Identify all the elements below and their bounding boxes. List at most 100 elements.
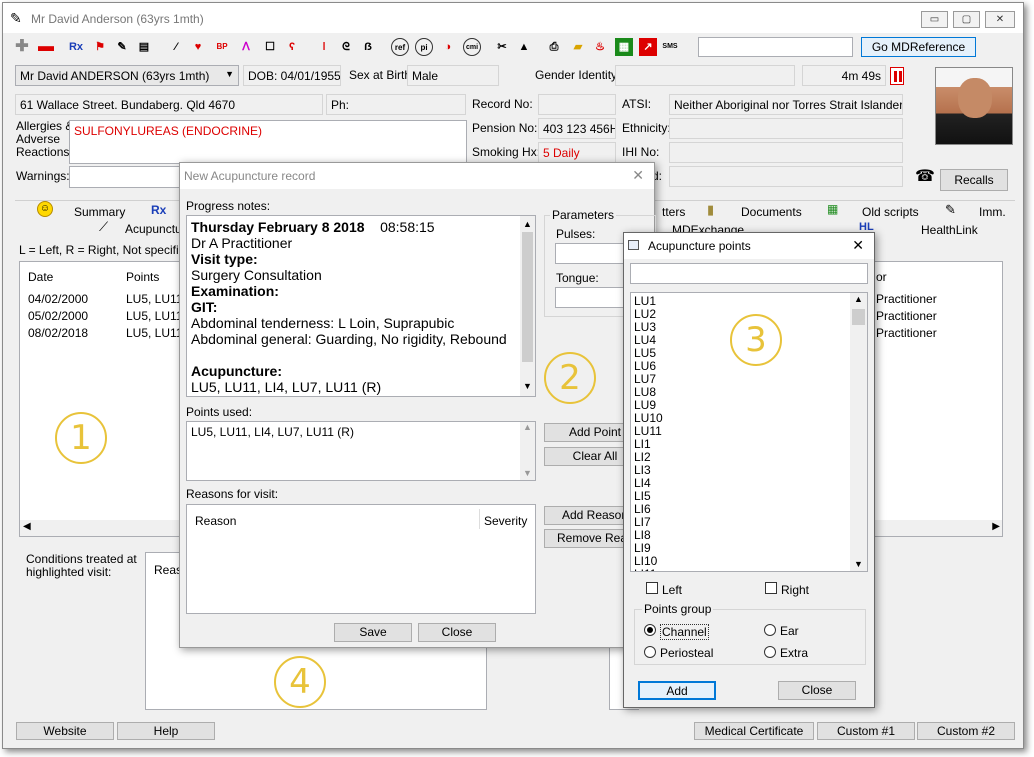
maximize-button[interactable]: ▢ [953,11,980,28]
tab-imm[interactable]: Imm. [979,205,1006,219]
pi-icon[interactable]: pi [415,38,433,56]
periosteal-radio[interactable] [644,646,656,658]
bp-icon[interactable]: BP [213,38,231,56]
graph-icon[interactable]: ↗ [639,38,657,56]
injection-icon[interactable]: ⁄ [167,38,185,56]
points-close-button[interactable]: Close [778,681,856,700]
custom2-button[interactable]: Custom #2 [917,722,1015,740]
history-list[interactable]: Date Points 04/02/2000 LU5, LU11 05/02/2… [19,261,203,537]
cmi-icon[interactable]: cmi [463,38,481,56]
points-list-item[interactable]: LI10 [631,555,867,568]
reasons-column-severity[interactable]: Severity [484,514,527,528]
points-list-item[interactable]: LU8 [631,386,867,399]
points-list-item[interactable]: LI2 [631,451,867,464]
points-list-item[interactable]: LI3 [631,464,867,477]
close-icon[interactable]: ✕ [632,167,644,184]
tools-icon[interactable]: ✂ [493,38,511,56]
table-row[interactable]: 05/02/2000 LU5, LU11 [20,309,202,323]
custom1-button[interactable]: Custom #1 [817,722,915,740]
points-list-item[interactable]: LI4 [631,477,867,490]
recalls-button[interactable]: Recalls [940,169,1008,191]
lungs-icon[interactable]: ᐱ [237,38,255,56]
run-icon[interactable]: ⚑ [91,38,109,56]
extra-radio[interactable] [764,646,776,658]
add-icon[interactable]: ✚ [13,38,31,56]
chart-icon[interactable]: ▦ [615,38,633,56]
left-checkbox[interactable] [646,582,658,594]
minimize-button[interactable]: ▭ [921,11,948,28]
pill-icon[interactable]: ◑ [439,38,457,56]
phone-icon[interactable]: ☎ [915,166,935,186]
points-list-item[interactable]: LI1 [631,438,867,451]
scroll-down-icon[interactable]: ▼ [523,378,532,394]
website-button[interactable]: Website [16,722,114,740]
go-mdreference-button[interactable]: Go MDReference [861,37,976,57]
scroll-up-icon[interactable]: ▲ [523,216,532,232]
progress-notes-text[interactable]: Thursday February 8 2018 08:58:15 Dr A P… [186,215,536,397]
right-checkbox[interactable] [765,582,777,594]
close-window-button[interactable]: ✕ [985,11,1015,28]
scroll-thumb[interactable] [522,232,533,362]
vertical-scrollbar[interactable]: ▲ ▼ [520,422,535,480]
scroll-down-icon[interactable]: ▼ [854,559,863,569]
stethoscope-icon[interactable]: ᘓ [337,38,355,56]
channel-radio[interactable] [644,624,656,636]
allergies-field[interactable]: SULFONYLUREAS (ENDOCRINE) [69,120,467,164]
points-list-item[interactable]: LI5 [631,490,867,503]
folder-icon[interactable]: ▰ [569,38,587,56]
prescription-icon[interactable]: Rx [67,38,85,56]
points-list-item[interactable]: LI6 [631,503,867,516]
close-icon[interactable]: ✕ [852,237,864,254]
add-button[interactable]: Add [638,681,716,700]
close-button[interactable]: Close [418,623,496,642]
fire-icon[interactable]: ♨ [591,38,609,56]
column-header-doctor[interactable]: or [876,270,887,284]
reasons-column-reason[interactable]: Reason [195,514,236,528]
vertical-scrollbar[interactable]: ▲ ▼ [520,216,535,396]
help-button[interactable]: Help [117,722,215,740]
patient-select[interactable]: Mr David ANDERSON (63yrs 1mth) ▼ [15,65,239,86]
vertical-scrollbar[interactable]: ▲ ▼ [850,293,867,571]
points-list-item[interactable]: LI7 [631,516,867,529]
points-used-text[interactable]: LU5, LU11, LI4, LU7, LU11 (R) ▲ ▼ [186,421,536,481]
points-list-item[interactable]: LU10 [631,412,867,425]
scroll-up-icon[interactable]: ▲ [523,422,532,432]
heart-icon[interactable]: ♥ [189,38,207,56]
graduation-icon[interactable]: ▲ [515,38,533,56]
scroll-right-icon[interactable]: ▶ [992,521,1000,532]
ear-icon[interactable]: ʕ [283,38,301,56]
table-row[interactable]: 04/02/2000 LU5, LU11 [20,292,202,306]
table-row[interactable]: 08/02/2018 LU5, LU11 [20,326,202,340]
scroll-down-icon[interactable]: ▼ [523,468,532,478]
points-list-item[interactable]: LI11 [631,568,867,572]
test-tube-icon[interactable]: ǀ [315,38,333,56]
book-icon[interactable]: ▤ [135,38,153,56]
horizontal-scrollbar[interactable]: ◀ [20,520,202,536]
tab-letters[interactable]: tters [662,205,685,219]
skeleton-icon[interactable]: ẞ [359,38,377,56]
column-header-points[interactable]: Points [126,270,159,284]
save-button[interactable]: Save [334,623,412,642]
points-list-item[interactable]: LI9 [631,542,867,555]
points-list-item[interactable]: LU11 [631,425,867,438]
clipboard-icon[interactable]: ☐ [261,38,279,56]
notes-icon[interactable]: ✎ [113,38,131,56]
tab-old-scripts[interactable]: Old scripts [862,205,919,219]
sms-icon[interactable]: SMS [661,38,679,56]
ref-icon[interactable]: ref [391,38,409,56]
tab-healthlink[interactable]: HealthLink [921,223,978,237]
scroll-left-icon[interactable]: ◀ [23,521,31,532]
column-header-date[interactable]: Date [28,270,53,284]
mdreference-search-input[interactable] [698,37,853,57]
points-list-item[interactable]: LU7 [631,373,867,386]
reasons-table[interactable]: Reason Severity [186,504,536,614]
ear-radio[interactable] [764,624,776,636]
warnings-field[interactable] [69,166,189,188]
points-search-input[interactable] [630,263,868,284]
points-list-item[interactable]: LI8 [631,529,867,542]
print-icon[interactable]: ⎙ [545,38,563,56]
scroll-up-icon[interactable]: ▲ [854,294,863,304]
scroll-thumb[interactable] [852,309,865,325]
remove-icon[interactable]: ▬ [37,38,55,56]
pause-icon[interactable] [890,67,904,85]
